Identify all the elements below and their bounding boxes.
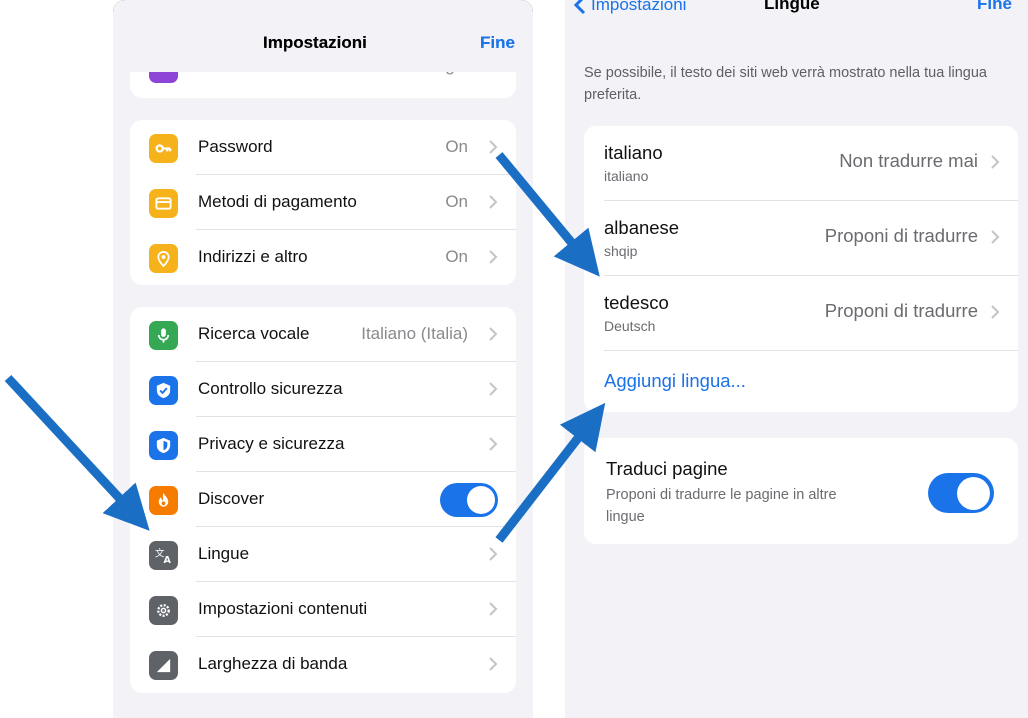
- chevron-right-icon: [991, 230, 1000, 244]
- language-row-italiano[interactable]: italiano italiano Non tradurre mai: [584, 126, 1018, 201]
- card-icon: [149, 189, 178, 218]
- row-label: Controllo sicurezza: [198, 379, 343, 398]
- discover-toggle[interactable]: [440, 483, 498, 517]
- page-title-overlay: Impostazioni: [263, 33, 367, 52]
- chevron-right-icon: [489, 602, 498, 616]
- language-name: tedesco: [604, 292, 669, 313]
- back-label: Impostazioni: [591, 0, 687, 14]
- translate-pages-subtitle: Proponi di tradurre le pagine in altre l…: [606, 487, 837, 525]
- row-value: On: [445, 192, 468, 211]
- settings-row-bandwidth[interactable]: Larghezza di banda: [130, 637, 516, 692]
- chevron-right-icon: [489, 195, 498, 209]
- chevron-right-icon: [991, 155, 1000, 169]
- languages-description: Se possibile, il testo dei siti web verr…: [584, 65, 987, 103]
- shield-icon: [149, 431, 178, 460]
- add-language-link[interactable]: Aggiungi lingua...: [604, 370, 746, 392]
- done-button-overlay[interactable]: Fine: [480, 33, 515, 53]
- chevron-right-icon: [489, 437, 498, 451]
- row-value: Italiano (Italia): [361, 324, 468, 343]
- location-pin-icon: [149, 244, 178, 273]
- language-translate-setting: Non tradurre mai: [839, 150, 978, 171]
- done-button[interactable]: Fine: [977, 0, 1012, 14]
- settings-row-safety-check[interactable]: Controllo sicurezza: [130, 362, 516, 417]
- settings-row-content-settings[interactable]: Impostazioni contenuti: [130, 582, 516, 637]
- flame-icon: [149, 486, 178, 515]
- features-group: Ricerca vocale Italiano (Italia) Control…: [130, 307, 516, 693]
- chevron-right-icon: [489, 547, 498, 561]
- settings-row-payment-methods[interactable]: Metodi di pagamento On: [130, 175, 516, 230]
- row-label: Metodi di pagamento: [198, 192, 357, 211]
- chevron-left-icon: [573, 0, 586, 15]
- bandwidth-icon: [149, 651, 178, 680]
- language-row-tedesco[interactable]: tedesco Deutsch Proponi di tradurre: [584, 276, 1018, 351]
- language-translate-setting: Proponi di tradurre: [824, 300, 978, 321]
- page-title: Lingue: [764, 0, 820, 13]
- settings-panel: Impostazioni Fine Motore di ricerca Goog…: [113, 0, 533, 718]
- languages-panel: Impostazioni Lingue Fine Se possibile, i…: [565, 0, 1028, 718]
- back-button[interactable]: Impostazioni: [573, 0, 686, 16]
- row-label: Indirizzi e altro: [198, 247, 308, 266]
- row-label: Password: [198, 137, 273, 156]
- autofill-group: Password On Metodi di pagamento On Indir…: [130, 120, 516, 285]
- settings-row-addresses[interactable]: Indirizzi e altro On: [130, 230, 516, 285]
- settings-row-password[interactable]: Password On: [130, 120, 516, 175]
- language-name: italiano: [604, 142, 663, 163]
- row-label: Privacy e sicurezza: [198, 434, 345, 453]
- chevron-right-icon: [991, 305, 1000, 319]
- settings-row-discover: Discover: [130, 472, 516, 527]
- chevron-right-icon: [489, 657, 498, 671]
- row-label: Ricerca vocale: [198, 324, 310, 343]
- translate-pages-toggle[interactable]: [928, 473, 994, 513]
- microphone-icon: [149, 321, 178, 350]
- row-value: On: [445, 137, 468, 156]
- language-native-name: italiano: [604, 168, 649, 184]
- separator: [604, 350, 1018, 351]
- toggle-knob: [957, 476, 990, 510]
- chevron-right-icon: [489, 382, 498, 396]
- settings-row-voice-search[interactable]: Ricerca vocale Italiano (Italia): [130, 307, 516, 362]
- svg-text:A: A: [164, 555, 172, 565]
- language-translate-setting: Proponi di tradurre: [824, 225, 978, 246]
- translate-pages-group: Traduci pagine Proponi di tradurre le pa…: [584, 438, 1018, 544]
- language-native-name: Deutsch: [604, 318, 656, 334]
- gear-icon: [149, 596, 178, 625]
- settings-row-privacy[interactable]: Privacy e sicurezza: [130, 417, 516, 472]
- row-label: Lingue: [198, 544, 250, 563]
- language-native-name: shqip: [604, 243, 638, 259]
- chevron-right-icon: [489, 140, 498, 154]
- languages-group: italiano italiano Non tradurre mai alban…: [584, 126, 1018, 412]
- row-label: Discover: [198, 489, 265, 508]
- settings-row-languages[interactable]: 文A Lingue: [130, 527, 516, 582]
- translate-pages-title: Traduci pagine: [606, 458, 728, 479]
- shield-check-icon: [149, 376, 178, 405]
- translate-icon: 文A: [149, 541, 178, 570]
- language-row-albanese[interactable]: albanese shqip Proponi di tradurre: [584, 201, 1018, 276]
- row-value: On: [445, 247, 468, 266]
- key-icon: [149, 134, 178, 163]
- row-label: Larghezza di banda: [198, 654, 348, 673]
- chevron-right-icon: [489, 327, 498, 341]
- language-name: albanese: [604, 217, 680, 238]
- row-label: Impostazioni contenuti: [198, 599, 368, 618]
- chevron-right-icon: [489, 250, 498, 264]
- toggle-knob: [467, 486, 495, 514]
